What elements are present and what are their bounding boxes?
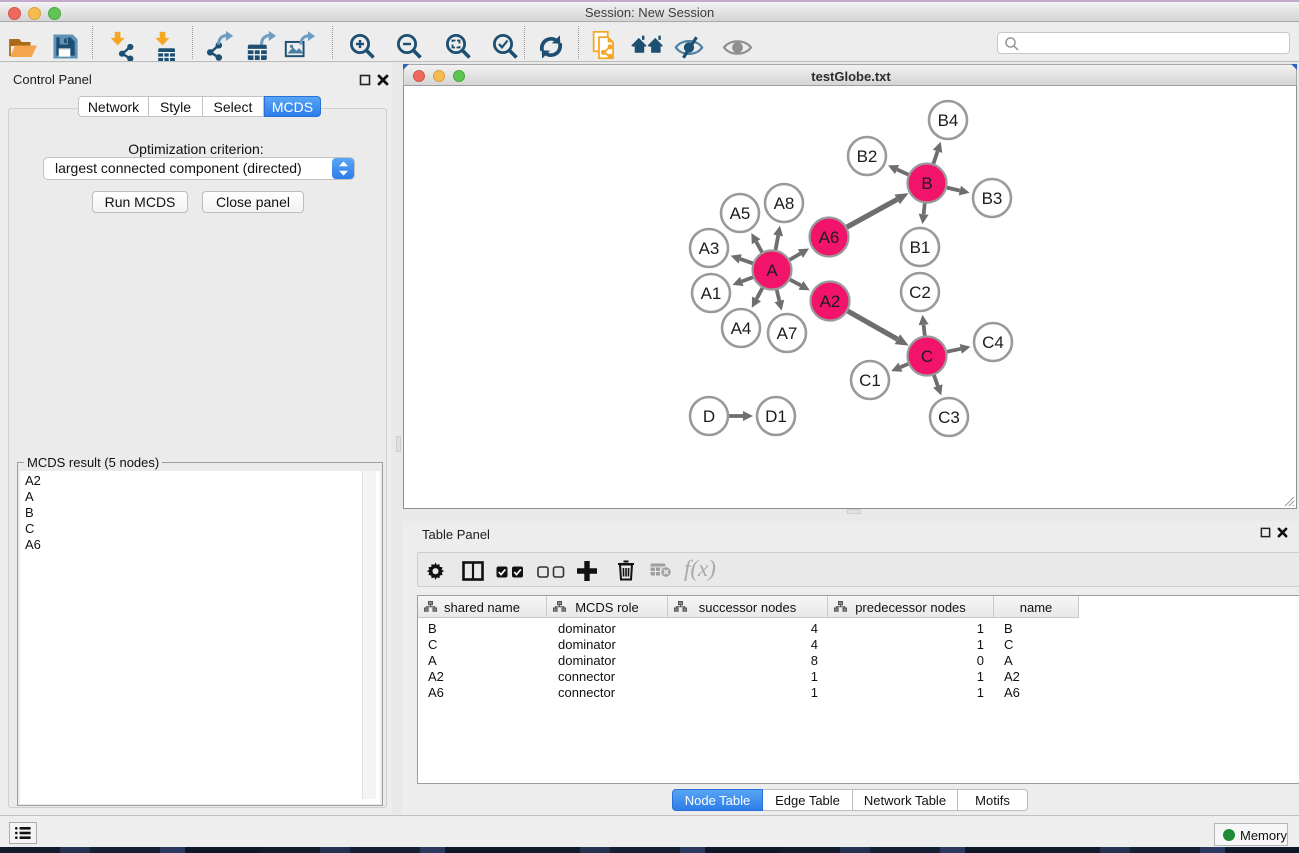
svg-text:B4: B4: [938, 111, 959, 130]
svg-text:A3: A3: [699, 239, 720, 258]
svg-text:A8: A8: [774, 194, 795, 213]
svg-text:D1: D1: [765, 407, 787, 426]
svg-text:D: D: [703, 407, 715, 426]
svg-text:C2: C2: [909, 283, 931, 302]
svg-text:A2: A2: [820, 292, 841, 311]
svg-text:A5: A5: [730, 204, 751, 223]
svg-text:A1: A1: [701, 284, 722, 303]
svg-text:A7: A7: [777, 324, 798, 343]
svg-text:A: A: [766, 261, 778, 280]
svg-text:A6: A6: [819, 228, 840, 247]
svg-text:B2: B2: [857, 147, 878, 166]
svg-text:C4: C4: [982, 333, 1004, 352]
svg-text:B3: B3: [982, 189, 1003, 208]
svg-text:C1: C1: [859, 371, 881, 390]
svg-text:B1: B1: [910, 238, 931, 257]
svg-text:A4: A4: [731, 319, 752, 338]
svg-text:B: B: [921, 174, 932, 193]
svg-text:C: C: [921, 347, 933, 366]
svg-text:C3: C3: [938, 408, 960, 427]
